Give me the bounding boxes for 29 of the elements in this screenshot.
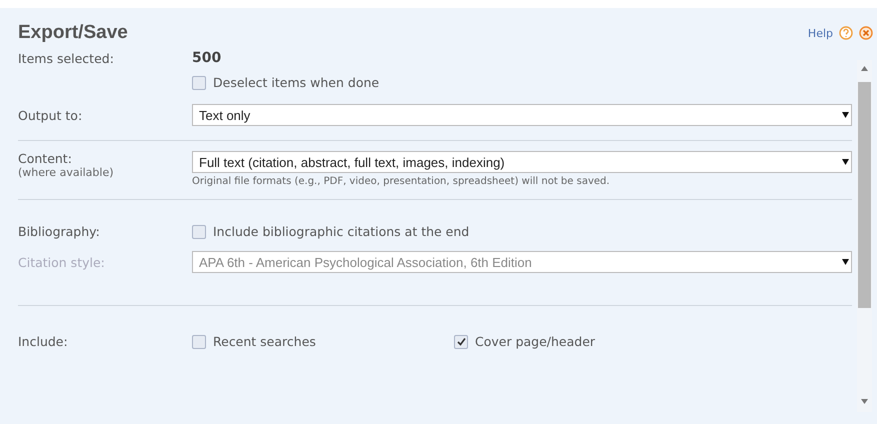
checkbox-label: Deselect items when done bbox=[213, 75, 380, 90]
checkbox-label: Recent searches bbox=[213, 334, 316, 349]
close-icon[interactable] bbox=[859, 26, 873, 40]
caret-icon bbox=[842, 159, 849, 165]
checkbox-label: Include bibliographic citations at the end bbox=[213, 224, 470, 239]
help-text: Original file formats (e.g., PDF, video, presentation, spreadsheet) will not be saved. bbox=[192, 176, 611, 187]
checkbox[interactable] bbox=[192, 334, 206, 348]
help-link[interactable]: Help bbox=[808, 26, 833, 40]
checkbox[interactable] bbox=[454, 334, 468, 348]
dropdown[interactable]: Text only bbox=[192, 104, 852, 126]
field-label: Citation style: bbox=[18, 254, 106, 270]
scroll-up-icon[interactable] bbox=[861, 66, 868, 71]
help-icon[interactable] bbox=[839, 26, 853, 40]
dropdown[interactable]: Full text (citation, abstract, full text, images, indexing) bbox=[192, 151, 852, 173]
scrollbar[interactable] bbox=[857, 60, 872, 412]
dialog-title: Export/Save bbox=[18, 22, 128, 44]
checkbox[interactable] bbox=[192, 224, 206, 238]
caret-icon bbox=[842, 259, 849, 265]
field-label: Output to: bbox=[18, 108, 84, 122]
checkbox[interactable] bbox=[192, 76, 206, 90]
field-label: Items selected: bbox=[18, 50, 115, 66]
field-label: Include: bbox=[18, 334, 69, 349]
caret-icon bbox=[842, 112, 849, 118]
field-sublabel: (where available) bbox=[18, 166, 115, 179]
item-count: 500 bbox=[192, 50, 222, 66]
field-label: Bibliography: bbox=[18, 224, 101, 239]
scroll-down-icon[interactable] bbox=[861, 399, 868, 404]
checkbox-label: Cover page/header bbox=[475, 334, 596, 349]
field-label: Content: bbox=[18, 151, 73, 166]
